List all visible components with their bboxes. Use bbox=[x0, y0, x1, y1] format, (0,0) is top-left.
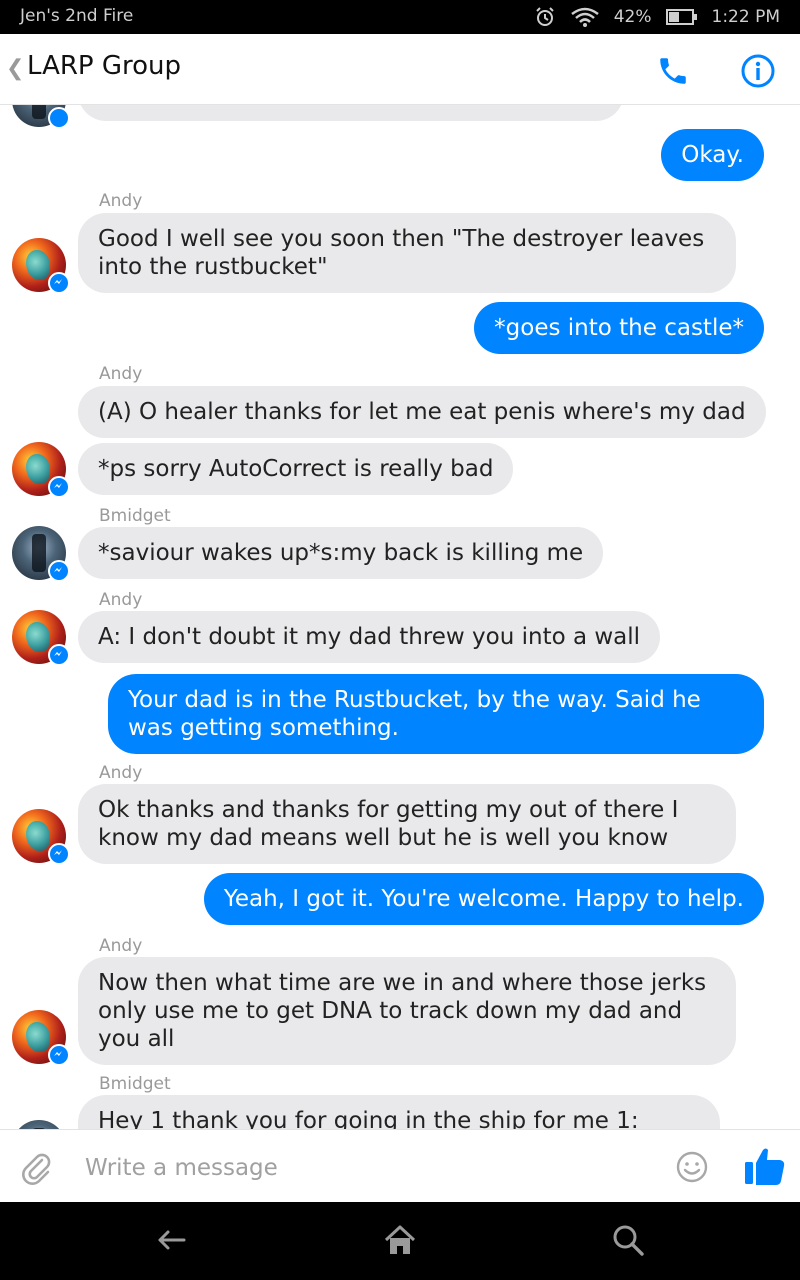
avatar[interactable] bbox=[12, 610, 70, 666]
sender-name: Andy bbox=[99, 364, 143, 384]
message-list[interactable]: Okay. Andy Good I well see you soon then… bbox=[0, 105, 800, 1129]
sender-name: Andy bbox=[99, 763, 143, 783]
message-bubble[interactable]: *goes into the castle* bbox=[474, 302, 764, 354]
message-bubble[interactable]: Your dad is in the Rustbucket, by the wa… bbox=[108, 674, 764, 754]
clock: 1:22 PM bbox=[711, 7, 781, 27]
avatar[interactable] bbox=[12, 105, 70, 129]
phone-icon[interactable] bbox=[656, 54, 690, 88]
sender-name: Andy bbox=[99, 936, 143, 956]
conversation-title[interactable]: LARP Group bbox=[27, 51, 181, 81]
home-icon[interactable] bbox=[382, 1222, 418, 1258]
device-name: Jen's 2nd Fire bbox=[20, 6, 134, 26]
messenger-badge-icon bbox=[48, 644, 70, 666]
avatar[interactable] bbox=[12, 1010, 70, 1066]
avatar[interactable] bbox=[12, 526, 70, 582]
wifi-icon bbox=[570, 7, 599, 27]
back-chevron-icon[interactable]: ❮ bbox=[6, 56, 24, 81]
message-bubble[interactable]: Now then what time are we in and where t… bbox=[78, 957, 736, 1065]
messenger-badge-icon bbox=[48, 107, 70, 129]
message-bubble[interactable]: Yeah, I got it. You're welcome. Happy to… bbox=[203, 873, 764, 925]
avatar[interactable] bbox=[12, 809, 70, 865]
thumbs-up-icon[interactable] bbox=[743, 1144, 787, 1188]
message-bubble[interactable]: Hey 1 thank you for going in the ship fo… bbox=[78, 1095, 720, 1129]
messenger-badge-icon bbox=[48, 1044, 70, 1066]
message-bubble[interactable]: *saviour wakes up*s:my back is killing m… bbox=[78, 527, 604, 579]
messenger-badge-icon bbox=[48, 272, 70, 294]
messenger-badge-icon bbox=[48, 843, 70, 865]
message-bubble[interactable]: (A) O healer thanks for let me eat penis… bbox=[78, 386, 766, 438]
battery-icon bbox=[665, 9, 697, 25]
search-icon[interactable] bbox=[610, 1222, 646, 1258]
conversation-header: ❮ LARP Group bbox=[0, 34, 800, 105]
message-bubble[interactable] bbox=[78, 105, 624, 121]
sender-name: Andy bbox=[99, 191, 143, 211]
message-bubble[interactable]: Good I well see you soon then "The destr… bbox=[78, 213, 736, 293]
sender-name: Andy bbox=[99, 590, 143, 610]
messenger-badge-icon bbox=[48, 560, 70, 582]
message-bubble[interactable]: *ps sorry AutoCorrect is really bad bbox=[78, 443, 514, 495]
message-composer bbox=[0, 1129, 800, 1203]
message-bubble[interactable]: A: I don't doubt it my dad threw you int… bbox=[78, 611, 661, 663]
message-input[interactable] bbox=[83, 1150, 647, 1186]
back-arrow-icon[interactable] bbox=[154, 1222, 190, 1258]
status-bar: Jen's 2nd Fire 42% 1:22 PM bbox=[0, 0, 800, 34]
messenger-badge-icon bbox=[48, 476, 70, 498]
battery-percent: 42% bbox=[613, 7, 652, 27]
info-icon[interactable] bbox=[740, 53, 776, 89]
sender-name: Bmidget bbox=[99, 506, 171, 526]
avatar[interactable] bbox=[12, 442, 70, 498]
message-bubble[interactable]: Ok thanks and thanks for getting my out … bbox=[78, 784, 736, 864]
alarm-icon bbox=[535, 7, 554, 26]
paperclip-icon[interactable] bbox=[20, 1151, 54, 1185]
emoji-icon[interactable] bbox=[676, 1151, 708, 1183]
avatar[interactable] bbox=[12, 238, 70, 294]
avatar[interactable] bbox=[12, 1120, 66, 1129]
navigation-bar bbox=[0, 1202, 800, 1280]
message-bubble[interactable]: Okay. bbox=[661, 129, 764, 181]
sender-name: Bmidget bbox=[99, 1074, 171, 1094]
